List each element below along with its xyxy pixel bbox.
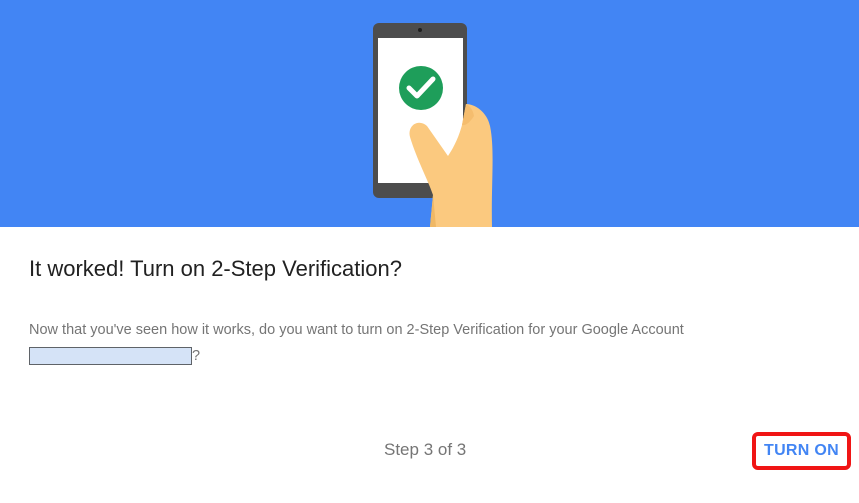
account-line: ? [29, 343, 819, 369]
dialog-title: It worked! Turn on 2-Step Verification? [29, 256, 402, 281]
verification-dialog: It worked! Turn on 2-Step Verification? … [0, 0, 859, 503]
step-indicator: Step 3 of 3 [384, 440, 467, 459]
account-question-mark: ? [192, 348, 201, 364]
check-circle-icon [399, 66, 443, 110]
dialog-description: Now that you've seen how it works, do yo… [29, 317, 819, 369]
phone-in-hand-illustration [373, 23, 493, 227]
redacted-account-email [29, 347, 192, 365]
phone-camera [418, 28, 422, 32]
turn-on-button[interactable]: TURN ON [752, 432, 851, 470]
description-text: Now that you've seen how it works, do yo… [29, 322, 684, 338]
hero-banner [0, 0, 859, 227]
